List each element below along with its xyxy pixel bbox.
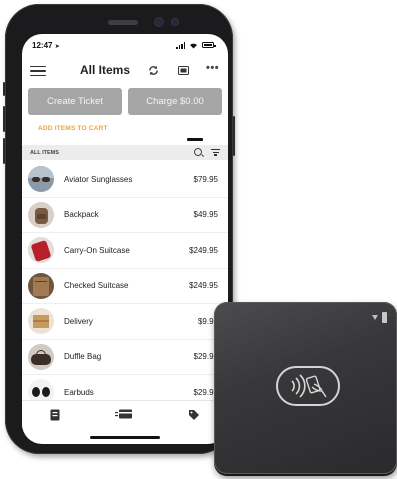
chip-slot-icon: [382, 312, 387, 323]
charge-button[interactable]: Charge $0.00: [128, 88, 222, 115]
item-name: Duffle Bag: [64, 352, 102, 362]
tab-transactions-icon[interactable]: [114, 409, 133, 420]
contactless-card-reader: [214, 302, 397, 474]
item-thumbnail: [28, 343, 54, 370]
tab-indicator: [187, 138, 203, 141]
item-name: Checked Suitcase: [64, 281, 129, 291]
bluetooth-indicator-icon: [372, 315, 378, 320]
list-item[interactable]: Carry-On Suitcase $249.95: [22, 233, 228, 269]
home-indicator: [90, 436, 160, 439]
list-item[interactable]: Backpack $49.95: [22, 198, 228, 233]
item-name: Backpack: [64, 210, 99, 220]
list-item[interactable]: Aviator Sunglasses $79.95: [22, 162, 228, 198]
menu-icon[interactable]: [30, 65, 46, 77]
search-icon[interactable]: [194, 148, 202, 156]
more-options-icon[interactable]: •••: [206, 62, 219, 74]
item-name: Carry-On Suitcase: [64, 245, 130, 255]
contactless-payment-icon: [276, 366, 340, 406]
reader-status-light: [372, 312, 387, 323]
list-item[interactable]: Checked Suitcase $249.95: [22, 269, 228, 304]
item-thumbnail: [28, 272, 54, 299]
status-bar: 12:47 ➤: [22, 34, 228, 56]
tab-items-tag-icon[interactable]: [188, 409, 200, 421]
item-thumbnail: [28, 308, 54, 335]
power-button: [233, 116, 235, 156]
location-arrow-icon: ➤: [54, 43, 60, 50]
item-price: $249.95: [189, 245, 218, 255]
item-price: $79.95: [193, 174, 218, 184]
sync-icon[interactable]: [148, 65, 159, 76]
battery-icon: [202, 42, 216, 48]
item-name: Delivery: [64, 316, 93, 326]
tab-checkout-icon[interactable]: [50, 409, 60, 421]
barcode-scanner-icon[interactable]: [178, 66, 189, 75]
page-title: All Items: [80, 63, 131, 77]
earpiece-speaker: [108, 20, 138, 25]
list-header-label: ALL ITEMS: [30, 149, 59, 156]
list-header: ALL ITEMS: [22, 145, 228, 160]
status-time-group: 12:47 ➤: [32, 41, 60, 50]
cellular-signal-icon: [176, 41, 185, 49]
smartphone: 12:47 ➤ All Items ••• Create Ticket Char…: [3, 4, 235, 454]
action-buttons: Create Ticket Charge $0.00: [28, 88, 222, 115]
status-icons: [176, 41, 216, 49]
front-camera: [155, 18, 163, 26]
item-list: Aviator Sunglasses $79.95 Backpack $49.9…: [22, 162, 228, 411]
wifi-icon: [190, 43, 197, 48]
filter-icon[interactable]: [211, 149, 220, 156]
mute-switch: [3, 82, 5, 96]
item-price: $249.95: [189, 281, 218, 291]
sensor: [172, 19, 178, 25]
list-item[interactable]: Duffle Bag $29.95: [22, 340, 228, 375]
bottom-tab-bar: [22, 400, 228, 428]
list-item[interactable]: Delivery $9.95: [22, 304, 228, 340]
item-name: Aviator Sunglasses: [64, 174, 133, 184]
item-thumbnail: [28, 201, 54, 228]
item-thumbnail: [28, 237, 54, 264]
status-time: 12:47: [32, 40, 53, 50]
create-ticket-button[interactable]: Create Ticket: [28, 88, 122, 115]
item-price: $49.95: [193, 210, 218, 220]
app-screen: 12:47 ➤ All Items ••• Create Ticket Char…: [22, 34, 228, 444]
add-items-to-cart-link[interactable]: ADD ITEMS TO CART: [38, 125, 108, 132]
item-thumbnail: [28, 166, 54, 193]
volume-down-button: [3, 138, 5, 164]
nav-bar: All Items •••: [22, 58, 228, 84]
volume-up-button: [3, 106, 5, 132]
item-name: Earbuds: [64, 387, 94, 397]
